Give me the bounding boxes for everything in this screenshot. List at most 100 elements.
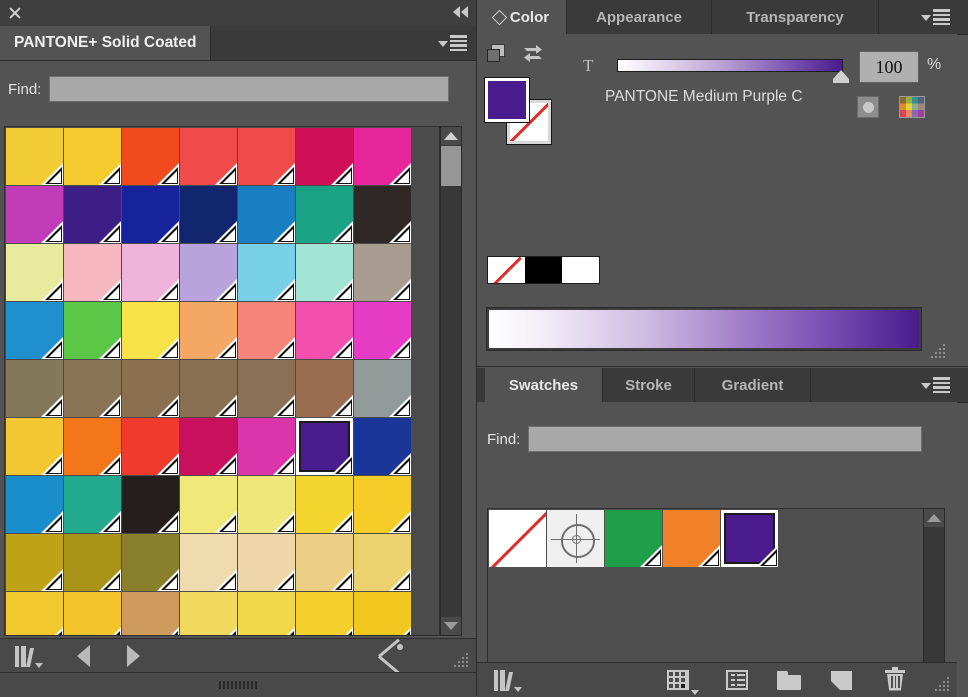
new-color-group-icon[interactable] [769,663,809,697]
load-next-library-icon[interactable] [116,639,150,673]
library-swatch[interactable] [122,360,179,417]
tab-gradient[interactable]: Gradient [695,368,811,402]
library-swatch[interactable] [354,592,411,635]
library-swatch[interactable] [6,592,63,635]
library-swatch[interactable] [354,418,411,475]
library-swatch[interactable] [238,186,295,243]
library-swatch[interactable] [122,418,179,475]
new-swatch-icon[interactable] [821,663,861,697]
library-swatch[interactable] [180,476,237,533]
library-swatch[interactable] [354,302,411,359]
purple-swatch[interactable] [721,510,778,567]
library-swatch[interactable] [238,592,295,635]
library-swatch[interactable] [238,476,295,533]
library-swatch[interactable] [354,360,411,417]
delete-swatch-icon[interactable] [875,663,915,697]
tab-pantone-solid-coated[interactable]: PANTONE+ Solid Coated [0,26,212,60]
library-swatch[interactable] [354,534,411,591]
swap-fill-stroke-icon[interactable] [521,43,543,63]
library-swatch[interactable] [6,360,63,417]
library-swatch[interactable] [354,476,411,533]
scroll-up-arrow-icon[interactable] [441,127,461,145]
library-swatch[interactable] [296,186,353,243]
tint-slider-handle[interactable] [833,70,849,83]
library-swatch[interactable] [296,418,353,475]
library-swatch[interactable] [354,128,411,185]
swatches-find-input[interactable] [528,426,923,452]
fill-stroke-control[interactable] [484,77,555,148]
resize-grip[interactable] [935,677,951,693]
library-swatch[interactable] [6,534,63,591]
library-swatch[interactable] [6,244,63,301]
library-swatch[interactable] [180,360,237,417]
library-swatch[interactable] [64,302,121,359]
library-swatch[interactable] [180,534,237,591]
swatches-scrollbar[interactable] [923,508,945,682]
library-swatch[interactable] [64,128,121,185]
swatch-options-icon[interactable] [717,663,757,697]
color-stack-icon[interactable] [487,44,509,64]
library-swatch[interactable] [238,534,295,591]
library-swatch[interactable] [296,244,353,301]
green-swatch[interactable] [605,510,662,567]
tint-slider-track[interactable] [617,59,843,72]
panel-menu-icon[interactable] [432,26,472,60]
swatches-grid[interactable] [487,508,933,682]
library-swatch[interactable] [6,302,63,359]
tint-value-field[interactable]: 100 [859,51,919,83]
library-swatch[interactable] [296,476,353,533]
scroll-down-arrow-icon[interactable] [441,617,461,635]
library-scrollbar[interactable] [440,126,462,636]
none-swatch[interactable] [489,510,546,567]
library-swatch[interactable] [122,186,179,243]
library-swatch[interactable] [296,534,353,591]
tab-stroke[interactable]: Stroke [603,368,695,402]
library-swatch[interactable] [180,592,237,635]
tab-transparency[interactable]: Transparency [712,0,879,34]
color-spectrum-thumbnail-icon[interactable] [899,96,925,118]
library-swatch[interactable] [354,244,411,301]
library-swatch[interactable] [238,418,295,475]
swatch-libraries-menu-icon[interactable] [8,639,48,673]
library-swatch[interactable] [64,360,121,417]
resize-grip[interactable] [931,344,947,360]
library-swatch[interactable] [180,186,237,243]
quick-color-swatches[interactable] [487,256,600,284]
collapse-panel-icon[interactable] [453,6,468,18]
library-swatch[interactable] [64,244,121,301]
library-swatch[interactable] [6,418,63,475]
white-swatch[interactable] [562,257,599,283]
registration-swatch[interactable] [547,510,604,567]
library-swatch[interactable] [64,592,121,635]
panel-menu-icon[interactable] [915,368,955,402]
magic-wand-icon[interactable] [374,638,408,675]
library-swatch[interactable] [6,128,63,185]
close-icon[interactable] [6,4,24,22]
library-swatch[interactable] [354,186,411,243]
library-swatch[interactable] [64,476,121,533]
color-spectrum-bar[interactable] [486,307,922,351]
library-swatch[interactable] [238,360,295,417]
library-swatch[interactable] [296,128,353,185]
library-find-input[interactable] [49,76,450,102]
panel-menu-icon[interactable] [915,0,955,34]
library-swatch[interactable] [238,302,295,359]
library-swatch[interactable] [122,128,179,185]
tab-appearance[interactable]: Appearance [567,0,712,34]
fill-swatch[interactable] [484,77,530,123]
library-swatch[interactable] [180,418,237,475]
library-swatch[interactable] [122,244,179,301]
library-swatch[interactable] [296,592,353,635]
library-swatch[interactable] [64,418,121,475]
library-swatch[interactable] [122,592,179,635]
library-swatch[interactable] [6,186,63,243]
load-previous-library-icon[interactable] [66,639,100,673]
library-swatch[interactable] [64,534,121,591]
panel-drag-bar[interactable] [0,672,476,697]
library-swatch[interactable] [122,534,179,591]
swatch-library-grid[interactable] [4,126,440,636]
swatch-libraries-menu-icon[interactable] [487,663,527,697]
library-swatch[interactable] [180,128,237,185]
library-swatch[interactable] [122,302,179,359]
library-swatch[interactable] [296,360,353,417]
